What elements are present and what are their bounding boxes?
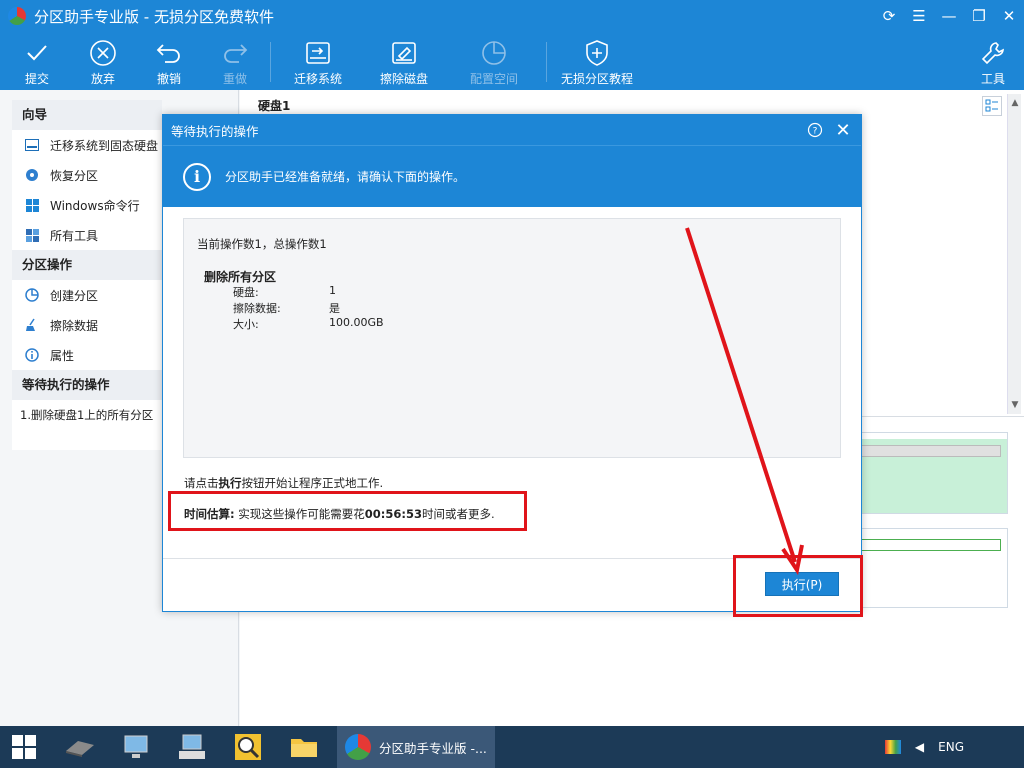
annotation-box-execute — [733, 555, 863, 617]
redo-icon — [221, 38, 249, 68]
pie-clock-icon — [480, 38, 508, 68]
undo-icon — [155, 38, 183, 68]
operation-detail-row: 擦除数据: 是 — [233, 302, 340, 315]
vertical-scrollbar[interactable]: ▲ ▼ — [1007, 94, 1021, 414]
sidebar-item-migrate-ssd[interactable]: 迁移系统到固态硬盘 — [12, 130, 162, 160]
commit-button[interactable]: 提交 — [18, 32, 56, 90]
tray-color-icon[interactable] — [884, 740, 901, 754]
sidebar: 向导 迁移系统到固态硬盘 恢复分区 Windows命令行 所有工具 分区操作 创… — [12, 100, 162, 450]
dialog-title: 等待执行的操作 — [171, 123, 259, 139]
discard-button[interactable]: 放弃 — [84, 32, 122, 90]
search-magnifier-icon[interactable] — [226, 726, 270, 768]
tools-button[interactable]: 工具 — [978, 32, 1008, 90]
check-icon — [25, 38, 49, 68]
window-title: 分区助手专业版 - 无损分区免费软件 — [34, 7, 274, 26]
app-logo-icon — [8, 7, 26, 25]
svg-text:?: ? — [813, 127, 818, 137]
sidebar-header-partition-ops: 分区操作 — [12, 250, 162, 280]
disk-partition-panel — [860, 432, 1008, 514]
toolbar: 提交 放弃 撤销 重做 迁移系统 擦除磁盘 配置空间 无损分区教程 工具 — [0, 32, 1024, 90]
sidebar-item-properties[interactable]: 属性 — [12, 340, 162, 370]
language-indicator[interactable]: ENG — [938, 740, 964, 754]
info-icon: i — [183, 162, 211, 191]
shield-icon — [584, 38, 610, 68]
windows-icon — [24, 197, 40, 213]
title-bar: 分区助手专业版 - 无损分区免费软件 ⟳ ☰ — ❐ ✕ — [0, 0, 1024, 32]
sidebar-item-windows-cmd[interactable]: Windows命令行 — [12, 190, 162, 220]
annotation-box-estimate — [168, 491, 527, 531]
sidebar-header-wizard: 向导 — [12, 100, 162, 130]
toolbar-separator — [546, 42, 547, 82]
start-button[interactable] — [0, 726, 48, 768]
operation-detail-row: 大小: 100.00GB — [233, 316, 384, 331]
tutorial-button[interactable]: 无损分区教程 — [560, 32, 634, 90]
dialog-info-banner: i 分区助手已经准备就绪，请确认下面的操作。 — [163, 145, 861, 207]
view-toggle-icon[interactable] — [982, 96, 1002, 116]
migrate-system-button[interactable]: 迁移系统 — [292, 32, 344, 90]
operation-name: 删除所有分区 — [204, 270, 277, 284]
cancel-circle-icon — [89, 38, 117, 68]
pending-operation-item[interactable]: 1.删除硬盘1上的所有分区 — [12, 400, 162, 430]
toolbar-separator — [270, 42, 271, 82]
wipe-disk-icon — [390, 38, 418, 68]
grid-icon — [24, 227, 40, 243]
drive-migrate-icon — [304, 38, 332, 68]
help-icon[interactable]: ? — [805, 120, 825, 140]
scroll-down-icon[interactable]: ▼ — [1008, 398, 1022, 412]
system-tray: ◀ ENG — [884, 726, 964, 768]
dialog-title-bar: 等待执行的操作 ? ✕ — [163, 115, 861, 145]
close-window-button[interactable]: ✕ — [994, 0, 1024, 32]
taskbar-active-app[interactable]: 分区助手专业版 -... — [337, 726, 495, 768]
allocate-space-button[interactable]: 配置空间 — [468, 32, 520, 90]
operation-count: 当前操作数1，总操作数1 — [197, 237, 327, 251]
sidebar-item-wipe-data[interactable]: 擦除数据 — [12, 310, 162, 340]
pending-operations-dialog: 等待执行的操作 ? ✕ i 分区助手已经准备就绪，请确认下面的操作。 当前操作数… — [162, 114, 862, 612]
sidebar-header-pending: 等待执行的操作 — [12, 370, 162, 400]
operation-detail-row: 硬盘: 1 — [233, 284, 336, 299]
redo-button[interactable]: 重做 — [216, 32, 254, 90]
wrench-icon — [980, 38, 1006, 68]
scroll-up-icon[interactable]: ▲ — [1008, 96, 1022, 110]
network-icon[interactable] — [114, 726, 158, 768]
refresh-icon[interactable]: ⟳ — [874, 0, 904, 32]
folder-icon[interactable] — [282, 726, 326, 768]
dialog-close-button[interactable]: ✕ — [833, 120, 853, 141]
hardware-icon[interactable] — [58, 726, 102, 768]
broom-icon — [24, 317, 40, 333]
menu-icon[interactable]: ☰ — [904, 0, 934, 32]
tray-speaker-icon[interactable]: ◀ — [915, 740, 924, 754]
app-logo-icon — [345, 734, 371, 760]
maximize-button[interactable]: ❐ — [964, 0, 994, 32]
disk-partition-panel — [860, 528, 1008, 608]
operation-list-box: 当前操作数1，总操作数1 删除所有分区 硬盘: 1 擦除数据: 是 大小: 10… — [183, 218, 841, 458]
drive-icon — [24, 137, 40, 153]
recover-icon — [24, 167, 40, 183]
wipe-disk-button[interactable]: 擦除磁盘 — [378, 32, 430, 90]
sidebar-item-create-partition[interactable]: 创建分区 — [12, 280, 162, 310]
info-icon — [24, 347, 40, 363]
taskbar: 分区助手专业版 -... ◀ ENG — [0, 726, 1024, 768]
keyboard-computer-icon[interactable] — [170, 726, 214, 768]
sidebar-item-recover-partition[interactable]: 恢复分区 — [12, 160, 162, 190]
execute-hint: 请点击执行按钮开始让程序正式地工作. — [184, 476, 384, 490]
minimize-button[interactable]: — — [934, 0, 964, 32]
sidebar-item-all-tools[interactable]: 所有工具 — [12, 220, 162, 250]
undo-button[interactable]: 撤销 — [150, 32, 188, 90]
disk-label: 硬盘1 — [258, 99, 291, 113]
info-text: 分区助手已经准备就绪，请确认下面的操作。 — [225, 170, 466, 184]
create-partition-icon — [24, 287, 40, 303]
